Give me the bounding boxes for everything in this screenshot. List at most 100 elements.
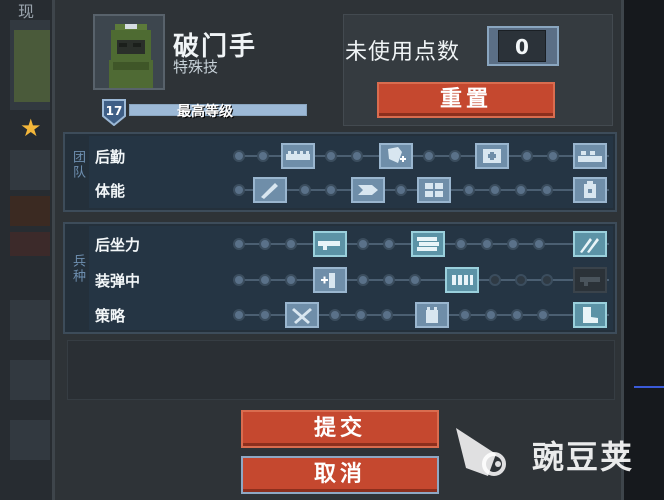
soldier-avatar-icon [95,16,163,88]
skill-node[interactable] [383,274,395,286]
skill-node[interactable] [357,238,369,250]
skill-node[interactable] [233,184,245,196]
skill-node[interactable] [533,238,545,250]
skill-icon-sprint[interactable] [351,177,385,203]
skill-node[interactable] [449,150,461,162]
background-line [634,386,664,388]
skill-row-label-recoil: 后坐力 [95,236,141,254]
skill-row-label-tactics: 策略 [95,307,126,325]
skill-node[interactable] [233,150,245,162]
level-status: 最高等级 [177,104,233,120]
skill-icon-locked-weapon[interactable] [573,267,607,293]
level-number: 17 [105,104,123,118]
background-slot [10,300,50,340]
skill-node[interactable] [537,309,549,321]
skill-icon-medkit[interactable] [475,143,509,169]
skill-icon-magazines[interactable] [411,231,445,257]
skill-node[interactable] [547,150,559,162]
skill-node[interactable] [351,150,363,162]
skill-node-locked[interactable] [541,274,553,286]
skill-icon-ammo-plus[interactable] [313,267,347,293]
skill-icon-ammo-belt[interactable] [281,143,315,169]
skill-node[interactable] [259,274,271,286]
skill-node[interactable] [409,274,421,286]
skill-icon-crates[interactable] [417,177,451,203]
skill-icon-boot[interactable] [573,302,607,328]
reset-button[interactable]: 重置 [377,82,555,118]
skill-node[interactable] [485,309,497,321]
skill-node[interactable] [325,150,337,162]
sprint-icon [358,185,378,195]
skill-node[interactable] [481,238,493,250]
skill-node[interactable] [381,309,393,321]
submit-button[interactable]: 提交 [241,410,439,448]
skill-node[interactable] [395,184,407,196]
skill-node[interactable] [459,309,471,321]
skill-icon-bullets[interactable] [573,231,607,257]
skill-icon-ammo-rounds[interactable] [445,267,479,293]
background-slot [10,150,50,190]
skill-node[interactable] [299,184,311,196]
description-panel [67,340,615,400]
skill-node-locked[interactable] [515,274,527,286]
watermark-text: 豌豆荚 [532,438,635,476]
skill-node[interactable] [463,184,475,196]
skill-node[interactable] [383,238,395,250]
ammo-belt-icon [286,151,310,160]
skill-node[interactable] [511,309,523,321]
skill-track-reloading [233,267,609,293]
weapon-icon [10,196,50,226]
skill-node[interactable] [521,150,533,162]
star-icon: ★ [20,114,42,142]
skill-node[interactable] [507,238,519,250]
unused-points-label: 未使用点数 [345,40,461,65]
skill-node[interactable] [541,184,553,196]
skill-node[interactable] [233,274,245,286]
skill-row-label-reloading: 装弹中 [95,272,141,290]
skill-icon-cot[interactable] [573,143,607,169]
skill-node[interactable] [489,184,501,196]
skill-track-stamina [233,177,609,203]
skill-node[interactable] [259,309,271,321]
skill-icon-rifle[interactable] [313,231,347,257]
skill-node[interactable] [325,184,337,196]
skill-node[interactable] [355,309,367,321]
skill-row-label-logistics: 后勤 [95,148,126,166]
skill-node[interactable] [259,238,271,250]
skill-node[interactable] [257,150,269,162]
background-side-panel: 现 ★ [0,0,56,500]
skill-node[interactable] [455,238,467,250]
skill-icon-backpack[interactable] [573,177,607,203]
skill-icon-tools[interactable] [285,302,319,328]
magazines-icon [417,237,439,251]
skill-track-recoil [233,231,609,257]
boot-icon [583,307,598,323]
group-label-team: 团队 [70,150,85,180]
skill-node[interactable] [233,238,245,250]
character-subtitle: 特殊技 [173,58,219,76]
skill-track-tactics [233,302,609,328]
skill-node-locked[interactable] [489,274,501,286]
ammo-rounds-icon [452,275,473,285]
medkit-icon [483,149,501,163]
skill-node[interactable] [357,274,369,286]
vest-icon [426,307,438,323]
skill-icon-shield[interactable] [379,143,413,169]
background-slot [10,232,50,256]
locked-weapon-icon [580,277,600,286]
cancel-button[interactable]: 取消 [241,456,439,494]
skill-node[interactable] [515,184,527,196]
background-slot [10,360,50,400]
skill-node[interactable] [233,309,245,321]
knife-icon [261,183,278,199]
skill-node[interactable] [285,238,297,250]
skill-node[interactable] [329,309,341,321]
shield-plus-icon [388,147,406,163]
rifle-icon [318,241,340,250]
ammo-plus-icon [321,273,335,288]
skill-node[interactable] [285,274,297,286]
skill-icon-vest[interactable] [415,302,449,328]
skill-node[interactable] [423,150,435,162]
skill-icon-knife[interactable] [253,177,287,203]
background-slot [10,420,50,460]
